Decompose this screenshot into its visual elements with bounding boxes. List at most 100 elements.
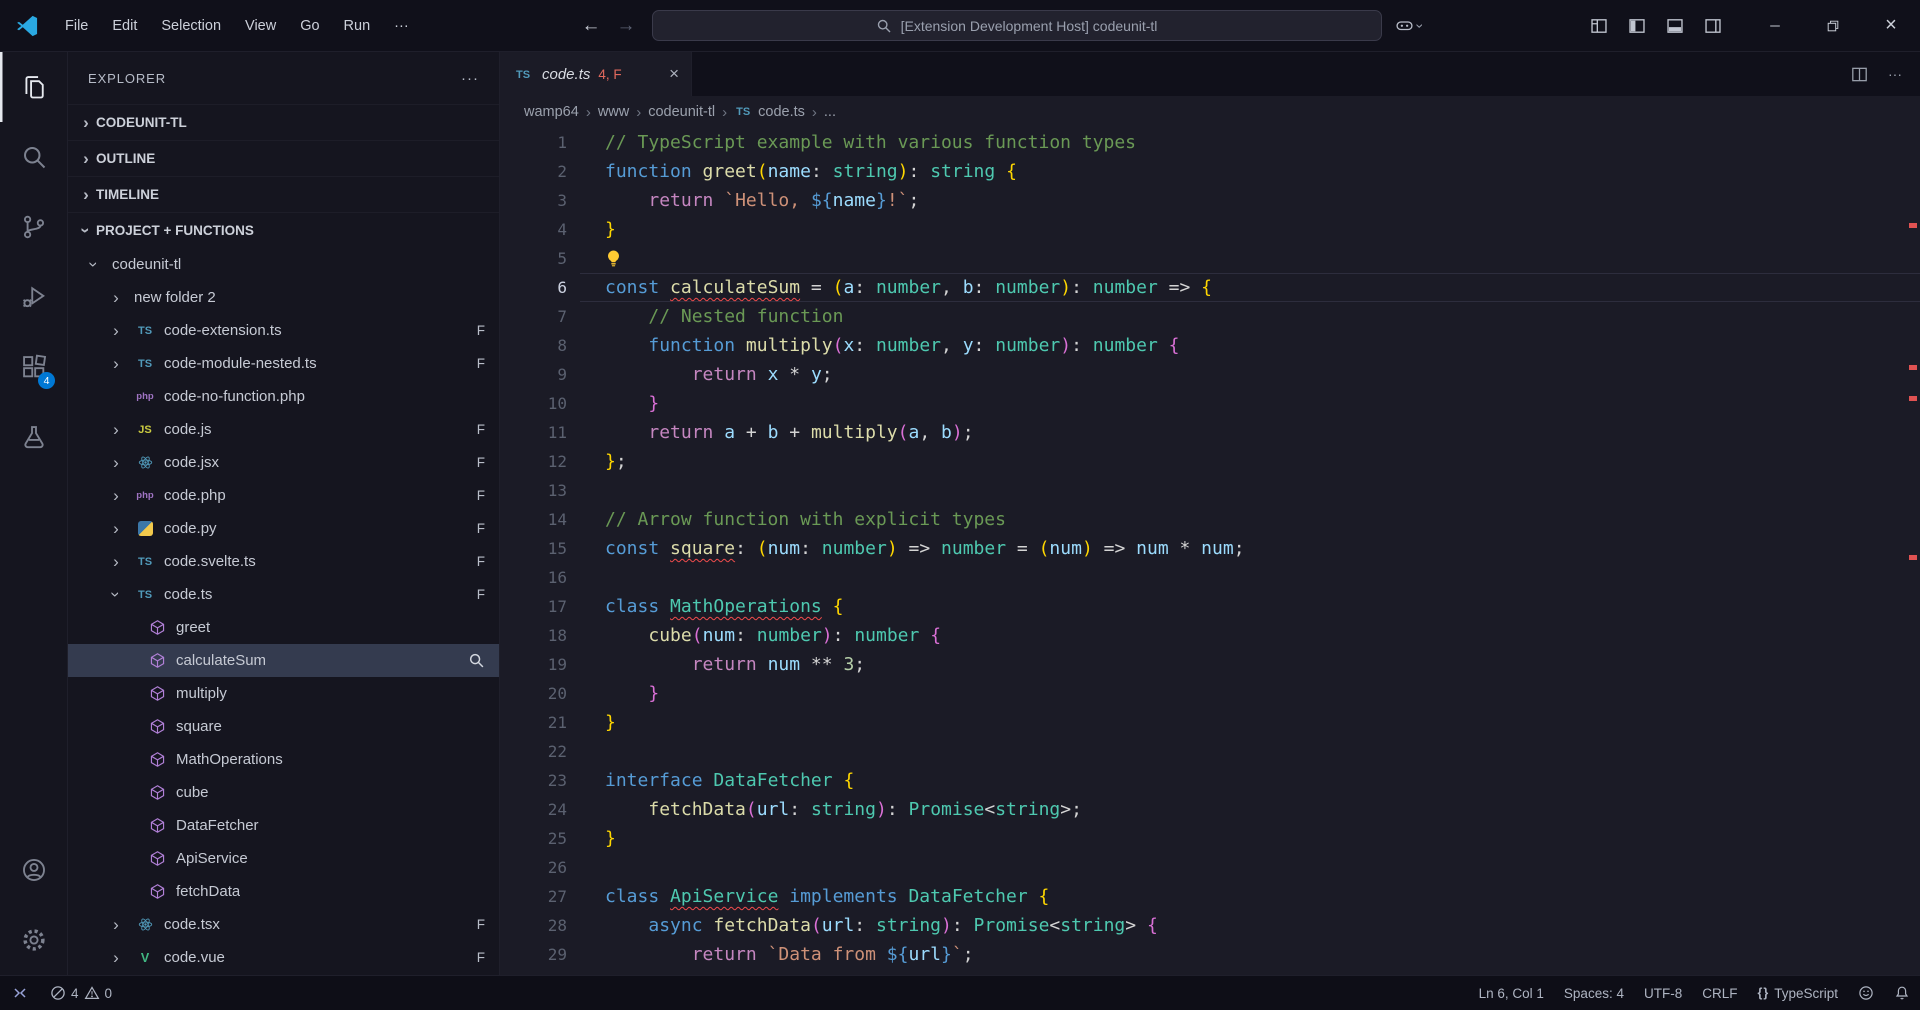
code-token: (: [757, 161, 768, 182]
activity-explorer-button[interactable]: [0, 52, 67, 122]
code-token: :: [854, 915, 876, 936]
code-token: DataFetcher: [908, 886, 1027, 907]
menu-go[interactable]: Go: [289, 11, 330, 41]
notifications-bell-icon[interactable]: [1884, 976, 1920, 1010]
toggle-primary-sidebar-button[interactable]: [1622, 11, 1652, 41]
cursor-position-status[interactable]: Ln 6, Col 1: [1469, 976, 1554, 1010]
tree-item-label: new folder 2: [134, 289, 216, 306]
menu-view[interactable]: View: [234, 11, 287, 41]
indentation-status[interactable]: Spaces: 4: [1554, 976, 1634, 1010]
tree-item-fetchdata[interactable]: fetchData: [68, 875, 499, 908]
breadcrumb-item-codeunit-tl[interactable]: codeunit-tl: [648, 104, 715, 120]
tree-item-code-jsx[interactable]: ›code.jsxF: [68, 446, 499, 479]
line-number: 29: [500, 940, 567, 969]
command-center-search[interactable]: [Extension Development Host] codeunit-tl: [652, 10, 1382, 41]
gutter[interactable]: 1234567891011121314151617181920212223242…: [500, 128, 580, 975]
tree-item-code-js[interactable]: ›JScode.jsF: [68, 413, 499, 446]
activity-run-debug-button[interactable]: [0, 262, 67, 332]
chevron-icon: ›: [108, 585, 125, 605]
code-token: ): [822, 625, 833, 646]
breadcrumb-item-code-ts[interactable]: TScode.ts: [734, 103, 805, 121]
tree-item-datafetcher[interactable]: DataFetcher: [68, 809, 499, 842]
tree-item-calculatesum[interactable]: calculateSum: [68, 644, 499, 677]
activity-search-button[interactable]: [0, 122, 67, 192]
activity-source-control-button[interactable]: [0, 192, 67, 262]
breadcrumb-label: ...: [824, 104, 836, 120]
section-project-functions[interactable]: ›PROJECT + FUNCTIONS: [68, 212, 499, 248]
breadcrumb-item-wamp64[interactable]: wamp64: [524, 104, 579, 120]
lightbulb-icon[interactable]: [604, 249, 623, 268]
tree-item-multiply[interactable]: multiply: [68, 677, 499, 710]
tree-item-mathoperations[interactable]: MathOperations: [68, 743, 499, 776]
section-outline[interactable]: ›OUTLINE: [68, 140, 499, 176]
language-mode-status[interactable]: {} TypeScript: [1747, 976, 1848, 1010]
forward-button[interactable]: →: [617, 15, 636, 37]
code-token: string: [995, 799, 1060, 820]
close-window-button[interactable]: ×: [1862, 0, 1920, 52]
back-button[interactable]: ←: [582, 15, 601, 37]
restore-button[interactable]: [1804, 0, 1862, 52]
customize-layout-button[interactable]: [1584, 11, 1614, 41]
overview-ruler[interactable]: [1906, 128, 1920, 975]
activity-extensions-button[interactable]: 4: [0, 332, 67, 402]
tab-decoration: 4, F: [598, 67, 621, 82]
menu-overflow-button[interactable]: ···: [383, 11, 420, 41]
toggle-secondary-sidebar-button[interactable]: [1698, 11, 1728, 41]
menu-edit[interactable]: Edit: [101, 11, 148, 41]
tab-code-ts[interactable]: TS code.ts 4, F ×: [500, 52, 692, 96]
tree-item-greet[interactable]: greet: [68, 611, 499, 644]
code-token: (: [811, 915, 822, 936]
code-token: [659, 886, 670, 907]
explorer-more-actions-button[interactable]: ···: [461, 70, 479, 87]
code-token: num: [1201, 538, 1234, 559]
code-token: a: [909, 422, 920, 443]
tree-item-code-extension-ts[interactable]: ›TScode-extension.tsF: [68, 314, 499, 347]
tree-item-label: code.ts: [164, 586, 212, 603]
problems-status[interactable]: 4 0: [40, 976, 122, 1010]
code-lines[interactable]: // TypeScript example with various funct…: [580, 128, 1920, 975]
section-codeunit-tl[interactable]: ›CODEUNIT-TL: [68, 104, 499, 140]
copilot-button[interactable]: ›: [1394, 15, 1423, 36]
breadcrumb-item-www[interactable]: www: [598, 104, 629, 120]
tree-item-code-svelte-ts[interactable]: ›TScode.svelte.tsF: [68, 545, 499, 578]
tree-item-label: multiply: [176, 685, 227, 702]
tree-item-label: code-extension.ts: [164, 322, 282, 339]
code-token: :: [909, 161, 931, 182]
code-token: =>: [1093, 538, 1136, 559]
tree-item-code-ts[interactable]: ›TScode.tsF: [68, 578, 499, 611]
eol-status[interactable]: CRLF: [1692, 976, 1747, 1010]
toggle-panel-button[interactable]: [1660, 11, 1690, 41]
activity-account-button[interactable]: [0, 835, 67, 905]
tree-item-square[interactable]: square: [68, 710, 499, 743]
menu-selection[interactable]: Selection: [150, 11, 232, 41]
encoding-status[interactable]: UTF-8: [1634, 976, 1692, 1010]
tree-item-new-folder-2[interactable]: ›new folder 2: [68, 281, 499, 314]
editor-more-actions-button[interactable]: ···: [1888, 66, 1902, 82]
search-icon[interactable]: [468, 652, 485, 669]
breadcrumb-item-[interactable]: ...: [824, 104, 836, 120]
code-editor[interactable]: 1234567891011121314151617181920212223242…: [500, 128, 1920, 975]
tree-item-apiservice[interactable]: ApiService: [68, 842, 499, 875]
remote-indicator[interactable]: [0, 976, 40, 1010]
tree-item-code-php[interactable]: ›phpcode.phpF: [68, 479, 499, 512]
activity-testing-button[interactable]: [0, 402, 67, 472]
minimize-button[interactable]: [1746, 0, 1804, 52]
activity-settings-button[interactable]: [0, 905, 67, 975]
tree-item-code-py[interactable]: ›code.pyF: [68, 512, 499, 545]
code-token: [898, 886, 909, 907]
split-editor-button[interactable]: [1851, 66, 1868, 83]
code-token: [703, 915, 714, 936]
tree-item-label: code.js: [164, 421, 212, 438]
menu-file[interactable]: File: [54, 11, 99, 41]
tree-item-code-vue[interactable]: ›Vcode.vueF: [68, 941, 499, 974]
tree-item-code-no-function-php[interactable]: phpcode-no-function.php: [68, 380, 499, 413]
tree-item-cube[interactable]: cube: [68, 776, 499, 809]
tree-item-codeunit-tl[interactable]: ›codeunit-tl: [68, 248, 499, 281]
code-line-18: cube(num: number): number {: [580, 621, 1920, 650]
menu-run[interactable]: Run: [333, 11, 382, 41]
tree-item-code-module-nested-ts[interactable]: ›TScode-module-nested.tsF: [68, 347, 499, 380]
section-timeline[interactable]: ›TIMELINE: [68, 176, 499, 212]
close-tab-button[interactable]: ×: [669, 64, 679, 84]
feedback-icon[interactable]: [1848, 976, 1884, 1010]
tree-item-code-tsx[interactable]: ›code.tsxF: [68, 908, 499, 941]
